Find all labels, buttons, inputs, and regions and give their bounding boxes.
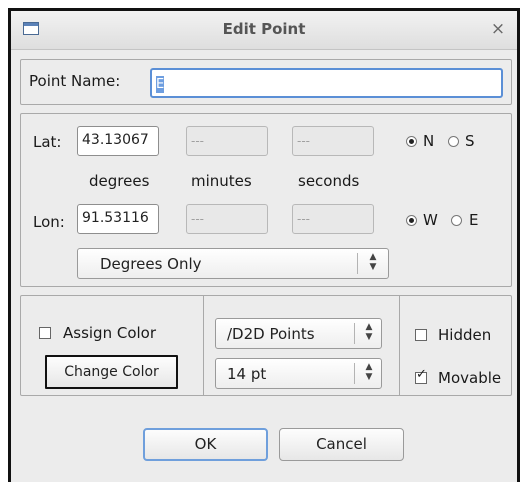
seconds-label: seconds xyxy=(298,172,360,190)
lat-label: Lat: xyxy=(33,133,62,151)
lat-north-radio[interactable] xyxy=(406,136,417,147)
lon-west-radio[interactable] xyxy=(406,215,417,226)
hidden-label: Hidden xyxy=(438,326,492,344)
chevron-updown-icon: ▲ ▼ xyxy=(365,322,373,342)
lon-east-radio[interactable] xyxy=(451,215,462,226)
lon-seconds-input: --- xyxy=(292,204,374,234)
lat-degrees-input[interactable]: 43.13067 xyxy=(77,126,159,156)
dialog-title: Edit Point xyxy=(222,20,306,38)
point-name-value: E xyxy=(156,76,165,93)
layer-select-value: /D2D Points xyxy=(227,325,315,343)
cancel-button[interactable]: Cancel xyxy=(279,428,404,461)
lat-north-label: N xyxy=(423,132,435,150)
layer-select[interactable]: /D2D Points ▲ ▼ xyxy=(215,318,382,349)
degrees-label: degrees xyxy=(89,172,150,190)
hidden-checkbox[interactable] xyxy=(415,329,427,341)
close-icon[interactable]: × xyxy=(489,19,507,39)
lon-label: Lon: xyxy=(33,213,65,231)
coordinate-format-select[interactable]: Degrees Only ▲ ▼ xyxy=(77,248,389,279)
minutes-label: minutes xyxy=(191,172,252,190)
movable-label: Movable xyxy=(438,369,502,387)
lat-minutes-input: --- xyxy=(186,126,268,156)
movable-checkbox[interactable]: ✓ xyxy=(415,368,427,384)
coordinates-group: Lat: 43.13067 --- --- N S degrees minute… xyxy=(20,113,512,287)
coordinate-format-value: Degrees Only xyxy=(100,255,202,273)
chevron-updown-icon: ▲ ▼ xyxy=(365,362,373,382)
appearance-group: Assign Color Change Color /D2D Points ▲ ▼… xyxy=(20,295,512,396)
lon-east-label: E xyxy=(469,211,479,229)
chevron-updown-icon: ▲ ▼ xyxy=(369,252,377,272)
title-bar[interactable]: Edit Point × xyxy=(11,11,517,50)
change-color-button[interactable]: Change Color xyxy=(45,355,178,389)
lon-west-label: W xyxy=(423,211,438,229)
size-select-value: 14 pt xyxy=(227,365,267,383)
size-select[interactable]: 14 pt ▲ ▼ xyxy=(215,358,382,389)
point-name-group: Point Name: E xyxy=(20,59,512,105)
lat-south-label: S xyxy=(465,132,475,150)
edit-point-dialog: Edit Point × Point Name: E Lat: 43.13067… xyxy=(8,8,520,482)
point-name-label: Point Name: xyxy=(29,72,121,90)
point-name-input[interactable]: E xyxy=(150,68,503,98)
lon-degrees-input[interactable]: 91.53116 xyxy=(77,204,159,234)
checkmark-icon: ✓ xyxy=(416,367,427,382)
lon-minutes-input: --- xyxy=(186,204,268,234)
lat-south-radio[interactable] xyxy=(448,136,459,147)
lat-seconds-input: --- xyxy=(292,126,374,156)
assign-color-label: Assign Color xyxy=(63,324,157,342)
ok-button[interactable]: OK xyxy=(143,428,268,461)
assign-color-checkbox[interactable] xyxy=(39,327,51,339)
